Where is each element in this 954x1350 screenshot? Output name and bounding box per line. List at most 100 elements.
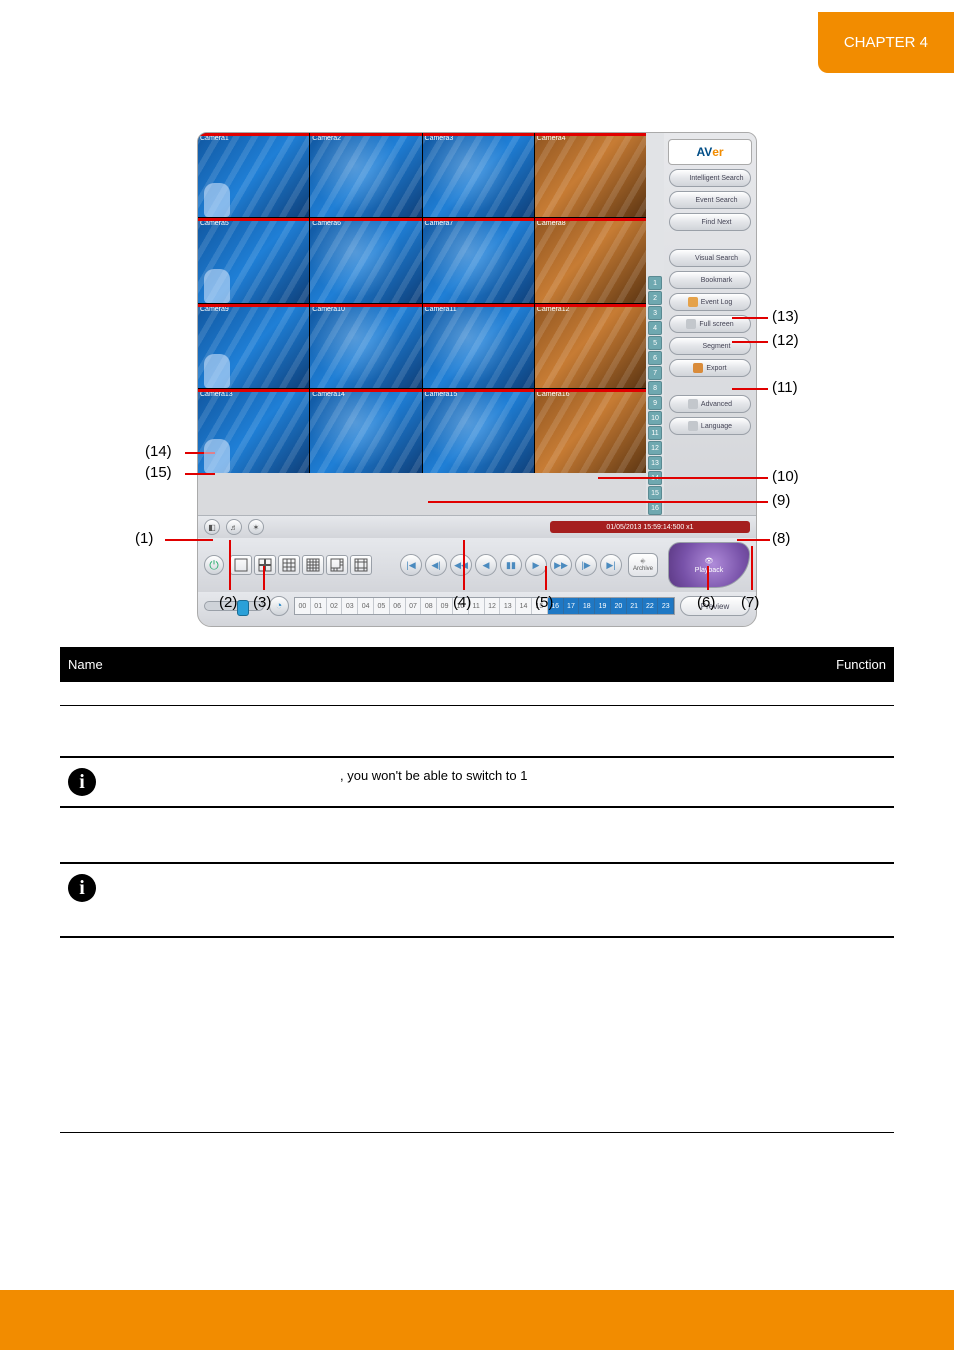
col-function: Function xyxy=(120,647,894,682)
full-screen-button[interactable]: Full screen xyxy=(669,315,751,333)
next-button[interactable]: |▶ xyxy=(575,554,597,576)
play-button[interactable]: ▶ xyxy=(525,554,547,576)
camera-12[interactable]: Camera12 xyxy=(535,304,646,388)
brand-logo: AVer xyxy=(668,139,752,165)
pause-button[interactable]: ▮▮ xyxy=(500,554,522,576)
split-4[interactable] xyxy=(254,555,276,575)
table-row xyxy=(60,942,894,1132)
hour-bar[interactable]: 0001020304050607080910111213141516171819… xyxy=(294,597,675,615)
split-mode-row xyxy=(230,555,372,575)
table-row xyxy=(60,706,894,752)
camera-6[interactable]: Camera6 xyxy=(310,218,421,302)
note-text: , you won't be able to switch to 1 xyxy=(340,768,527,783)
function-table: Name Function i , you won't be able to s… xyxy=(60,647,894,1138)
cam-id-2[interactable]: 2 xyxy=(648,291,662,305)
callout-1: (1) xyxy=(135,530,153,547)
camera-15[interactable]: Camera15 xyxy=(423,389,534,473)
event-log-button[interactable]: Event Log xyxy=(669,293,751,311)
playback-ui-figure: Camera1 Camera2 Camera3 Camera4 Camera5 … xyxy=(117,132,837,627)
footer-bar xyxy=(0,1290,954,1350)
cam-id-10[interactable]: 10 xyxy=(648,411,662,425)
begin-button[interactable]: |◀ xyxy=(400,554,422,576)
note-block: i xyxy=(60,862,894,938)
camera-7[interactable]: Camera7 xyxy=(423,218,534,302)
segment-button[interactable]: Segment xyxy=(669,337,751,355)
camera-10[interactable]: Camera10 xyxy=(310,304,421,388)
callout-12: (12) xyxy=(772,332,799,349)
camera-2[interactable]: Camera2 xyxy=(310,133,421,217)
cam-id-8[interactable]: 8 xyxy=(648,381,662,395)
callout-13: (13) xyxy=(772,308,799,325)
camera-8[interactable]: Camera8 xyxy=(535,218,646,302)
note-block: i , you won't be able to switch to 1 xyxy=(60,756,894,808)
cam-id-13[interactable]: 13 xyxy=(648,456,662,470)
preview-mode-button[interactable]: Preview xyxy=(680,596,750,616)
prev-button[interactable]: ◀| xyxy=(425,554,447,576)
table-row xyxy=(60,1132,894,1138)
right-panel: AVer Intelligent Search Event Search Fin… xyxy=(664,133,756,515)
camera-13[interactable]: Camera13 xyxy=(198,389,309,473)
callout-8: (8) xyxy=(772,530,790,547)
info-icon: i xyxy=(68,874,96,902)
callout-10: (10) xyxy=(772,468,799,485)
slower-button[interactable]: ◀ xyxy=(475,554,497,576)
cam-id-4[interactable]: 4 xyxy=(648,321,662,335)
find-next-button[interactable]: Find Next xyxy=(669,213,751,231)
archive-button[interactable]: ⎆Archive xyxy=(628,553,658,577)
split-1[interactable] xyxy=(230,555,252,575)
event-search-button[interactable]: Event Search xyxy=(669,191,751,209)
split-8[interactable] xyxy=(326,555,348,575)
status-bar: 01/05/2013 15:59:14:500 x1 xyxy=(550,521,750,533)
exit-button[interactable]: ⏻ xyxy=(204,555,224,575)
cam-id-15[interactable]: 15 xyxy=(648,486,662,500)
bookmark-button[interactable]: Bookmark xyxy=(669,271,751,289)
cam-id-14[interactable]: 14 xyxy=(648,471,662,485)
intelligent-search-button[interactable]: Intelligent Search xyxy=(669,169,751,187)
info-icon: i xyxy=(68,768,96,796)
cam-id-5[interactable]: 5 xyxy=(648,336,662,350)
camera-4[interactable]: Camera4 xyxy=(535,133,646,217)
cam-id-6[interactable]: 6 xyxy=(648,351,662,365)
camera-9[interactable]: Camera9 xyxy=(198,304,309,388)
split-9[interactable] xyxy=(278,555,300,575)
page-number: 86 xyxy=(0,1265,954,1280)
audio-button[interactable]: ♬ xyxy=(226,519,242,535)
cam-id-3[interactable]: 3 xyxy=(648,306,662,320)
advanced-button[interactable]: Advanced xyxy=(669,395,751,413)
split-16[interactable] xyxy=(302,555,324,575)
camera-16[interactable]: Camera16 xyxy=(535,389,646,473)
callout-15: (15) xyxy=(145,464,172,481)
cam-id-9[interactable]: 9 xyxy=(648,396,662,410)
mode-switch[interactable]: 👁 Playback xyxy=(668,542,750,588)
split-13[interactable] xyxy=(350,555,372,575)
chapter-tab: CHAPTER 4 xyxy=(818,12,954,73)
table-row xyxy=(60,682,894,706)
table-row xyxy=(60,812,894,858)
end-button[interactable]: ▶| xyxy=(600,554,622,576)
camera-5[interactable]: Camera5 xyxy=(198,218,309,302)
camera-14[interactable]: Camera14 xyxy=(310,389,421,473)
callout-9: (9) xyxy=(772,492,790,509)
cam-id-11[interactable]: 11 xyxy=(648,426,662,440)
date-button[interactable]: ◔ xyxy=(269,596,289,616)
watermark-button[interactable]: ✶ xyxy=(248,519,264,535)
cam-id-16[interactable]: 16 xyxy=(648,501,662,515)
camera-11[interactable]: Camera11 xyxy=(423,304,534,388)
camera-1[interactable]: Camera1 xyxy=(198,133,309,217)
cam-id-7[interactable]: 7 xyxy=(648,366,662,380)
deinterlace-button[interactable]: ◧ xyxy=(204,519,220,535)
dvr-window: Camera1 Camera2 Camera3 Camera4 Camera5 … xyxy=(197,132,757,627)
camera-id-strip: 1 2 3 4 5 6 7 8 9 10 11 12 13 14 15 16 xyxy=(646,133,664,515)
rewind-button[interactable]: ◀◀ xyxy=(450,554,472,576)
visual-search-button[interactable]: Visual Search xyxy=(669,249,751,267)
cam-id-1[interactable]: 1 xyxy=(648,276,662,290)
callout-14: (14) xyxy=(145,443,172,460)
col-name: Name xyxy=(60,647,120,682)
camera-grid: Camera1 Camera2 Camera3 Camera4 Camera5 … xyxy=(198,133,646,473)
camera-3[interactable]: Camera3 xyxy=(423,133,534,217)
language-button[interactable]: Language xyxy=(669,417,751,435)
export-button[interactable]: Export xyxy=(669,359,751,377)
progress-bar[interactable] xyxy=(204,601,264,611)
cam-id-12[interactable]: 12 xyxy=(648,441,662,455)
faster-button[interactable]: ▶▶ xyxy=(550,554,572,576)
